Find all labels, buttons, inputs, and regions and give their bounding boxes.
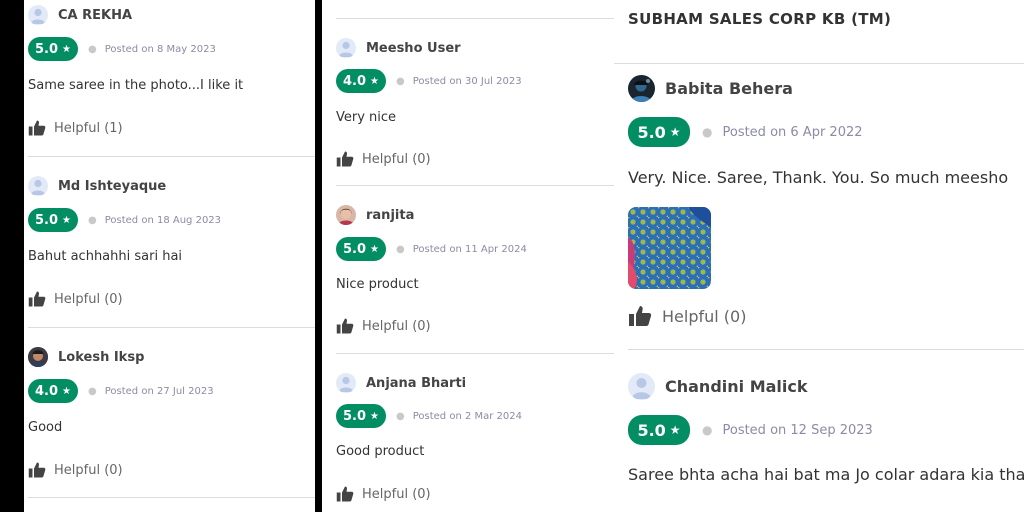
star-icon: ★ — [370, 75, 379, 87]
thumbs-up-icon — [28, 462, 46, 478]
rating-badge: 5.0 ★ — [628, 415, 690, 445]
reviewer: Md Ishteyaque — [28, 176, 166, 196]
posted-date: Posted on 12 Sep 2023 — [722, 422, 873, 438]
review-meta: 4.0 ★ ● Posted on 27 Jul 2023 — [28, 379, 214, 403]
seller-name[interactable]: SUBHAM SALES CORP KB (TM) — [628, 10, 891, 28]
rating-badge: 5.0 ★ — [336, 404, 386, 428]
divider — [336, 18, 614, 19]
review-comment: Nice product — [336, 277, 419, 292]
star-icon: ★ — [370, 243, 379, 255]
rating-badge: 4.0 ★ — [28, 379, 78, 403]
star-icon: ★ — [370, 410, 379, 422]
reviewer-name: Meesho User — [366, 40, 461, 56]
reviewer-name: ranjita — [366, 207, 415, 223]
divider — [28, 327, 315, 328]
posted-date: Posted on 11 Apr 2024 — [412, 243, 527, 255]
thumbs-up-icon — [28, 120, 46, 136]
review-column-1: CA REKHA 5.0 ★ ● Posted on 8 May 2023 Sam… — [24, 0, 315, 512]
reviewer: Lokesh Iksp — [28, 347, 144, 367]
divider — [336, 353, 614, 354]
reviewer-name: Babita Behera — [665, 79, 793, 98]
reviewer: Anjana Bharti — [336, 373, 466, 393]
reviewer: Meesho User — [336, 38, 461, 58]
posted-date: Posted on 18 Aug 2023 — [104, 214, 222, 226]
review-meta: 5.0 ★ ● Posted on 8 May 2023 — [28, 37, 216, 61]
star-icon: ★ — [669, 423, 681, 437]
review-photo-thumbnail[interactable] — [628, 207, 711, 289]
reviewer: Chandini Malick — [628, 373, 808, 400]
review-comment: Very. Nice. Saree, Thank. You. So much m… — [628, 168, 1009, 187]
helpful-button[interactable]: Helpful (0) — [336, 150, 431, 168]
review-comment: Bahut achhahhi sari hai — [28, 249, 183, 264]
review-meta: 5.0 ★ ● Posted on 18 Aug 2023 — [28, 208, 221, 232]
helpful-button[interactable]: Helpful (0) — [28, 290, 123, 308]
reviewer: CA REKHA — [28, 5, 132, 25]
user-avatar-icon — [336, 38, 356, 58]
helpful-button[interactable]: Helpful (0) — [336, 317, 431, 335]
review-comment: Saree bhta acha hai bat ma Jo colar adar… — [628, 465, 1024, 484]
rating-badge: 5.0 ★ — [28, 37, 78, 61]
helpful-button[interactable]: Helpful (0) — [336, 485, 431, 503]
user-photo-avatar — [28, 347, 48, 367]
helpful-button[interactable]: Helpful (1) — [28, 119, 123, 137]
reviewer: ranjita — [336, 205, 414, 225]
reviewer-name: Chandini Malick — [665, 377, 808, 396]
divider — [614, 63, 1024, 64]
thumbs-up-icon — [336, 486, 354, 502]
star-icon: ★ — [669, 125, 681, 139]
review-column-3: SUBHAM SALES CORP KB (TM) Babita Behera … — [614, 0, 1024, 512]
rating-badge: 5.0 ★ — [628, 117, 690, 147]
star-icon: ★ — [62, 385, 71, 397]
user-avatar-icon — [28, 176, 48, 196]
user-photo-avatar — [628, 75, 655, 102]
reviewer-name: Md Ishteyaque — [58, 178, 167, 194]
rating-badge: 5.0 ★ — [28, 208, 78, 232]
thumbs-up-icon — [28, 291, 46, 307]
posted-date: Posted on 30 Jul 2023 — [412, 75, 522, 87]
posted-date: Posted on 6 Apr 2022 — [722, 124, 863, 140]
reviewer-name: CA REKHA — [58, 7, 133, 23]
review-comment: Good product — [336, 444, 425, 459]
star-icon: ★ — [62, 43, 71, 55]
user-avatar-icon — [336, 373, 356, 393]
divider — [628, 349, 1024, 350]
posted-date: Posted on 8 May 2023 — [104, 43, 216, 55]
review-meta: 4.0 ★ ● Posted on 30 Jul 2023 — [336, 69, 522, 93]
review-comment: Good — [28, 420, 63, 435]
user-avatar-icon — [28, 5, 48, 25]
review-column-2: Meesho User 4.0 ★ ● Posted on 30 Jul 2023… — [322, 0, 614, 512]
reviewer-name: Lokesh Iksp — [58, 349, 145, 365]
review-comment: Very nice — [336, 110, 397, 125]
user-photo-avatar — [336, 205, 356, 225]
reviewer-name: Anjana Bharti — [366, 375, 467, 391]
user-avatar-icon — [628, 373, 655, 400]
helpful-button[interactable]: Helpful (0) — [28, 461, 123, 479]
divider — [28, 156, 315, 157]
rating-badge: 5.0 ★ — [336, 237, 386, 261]
reviewer: Babita Behera — [628, 75, 793, 102]
rating-badge: 4.0 ★ — [336, 69, 386, 93]
divider — [336, 185, 614, 186]
review-meta: 5.0 ★ ● Posted on 2 Mar 2024 — [336, 404, 522, 428]
review-meta: 5.0 ★ ● Posted on 11 Apr 2024 — [336, 237, 527, 261]
star-icon: ★ — [62, 214, 71, 226]
review-meta: 5.0 ★ ● Posted on 6 Apr 2022 — [628, 117, 863, 147]
thumbs-up-icon — [336, 151, 354, 167]
divider — [28, 497, 315, 498]
review-meta: 5.0 ★ ● Posted on 12 Sep 2023 — [628, 415, 873, 445]
posted-date: Posted on 2 Mar 2024 — [412, 410, 523, 422]
helpful-button[interactable]: Helpful (0) — [628, 304, 746, 328]
thumbs-up-icon — [629, 306, 652, 326]
thumbs-up-icon — [336, 318, 354, 334]
review-comment: Same saree in the photo...I like it — [28, 78, 244, 93]
posted-date: Posted on 27 Jul 2023 — [104, 385, 214, 397]
